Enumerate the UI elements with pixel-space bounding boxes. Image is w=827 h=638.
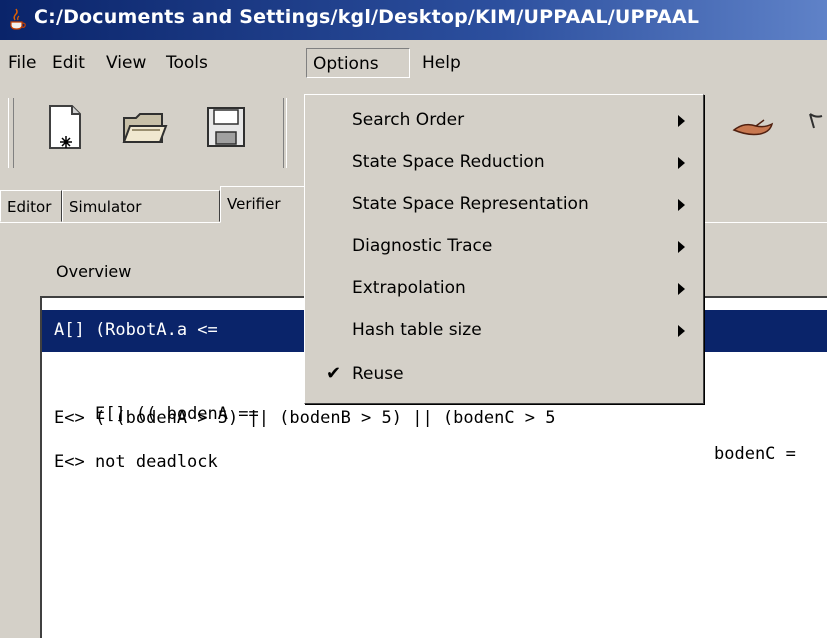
- toolbar-separator: [283, 98, 287, 168]
- menu-item-label: State Space Reduction: [352, 152, 545, 172]
- menu-options[interactable]: Options: [306, 48, 410, 78]
- menu-item-reuse[interactable]: ✔ Reuse: [306, 353, 700, 395]
- submenu-arrow-icon: [678, 157, 685, 169]
- save-disk-icon[interactable]: [200, 100, 252, 158]
- menu-view[interactable]: View: [100, 48, 152, 78]
- java-cup-icon: [10, 8, 26, 30]
- new-file-icon[interactable]: [40, 100, 92, 158]
- submenu-arrow-icon: [678, 115, 685, 127]
- menu-item-label: Diagnostic Trace: [352, 236, 493, 256]
- menu-item-label: Hash table size: [352, 320, 482, 340]
- toolbar-grip[interactable]: [8, 98, 14, 168]
- tab-simulator[interactable]: Simulator: [62, 190, 220, 222]
- submenu-arrow-icon: [678, 325, 685, 337]
- menu-bar: File Edit View Tools Options Help: [0, 40, 827, 86]
- query-row[interactable]: E<> not deadlock: [42, 442, 827, 484]
- menu-item-state-space-reduction[interactable]: State Space Reduction: [306, 141, 700, 183]
- submenu-arrow-icon: [678, 199, 685, 211]
- query-row[interactable]: E<> ( (bodenA > 5) || (bodenB > 5) || (b…: [42, 398, 827, 440]
- menu-item-search-order[interactable]: Search Order: [306, 99, 700, 141]
- options-dropdown: Search Order State Space Reduction State…: [304, 94, 704, 404]
- checkmark-icon: ✔: [326, 363, 342, 384]
- menu-item-diagnostic-trace[interactable]: Diagnostic Trace: [306, 225, 700, 267]
- submenu-arrow-icon: [678, 283, 685, 295]
- menu-item-label: Extrapolation: [352, 278, 466, 298]
- tab-editor[interactable]: Editor: [0, 190, 62, 222]
- title-bar[interactable]: C:/Documents and Settings/kgl/Desktop/KI…: [0, 0, 827, 40]
- toolbar-extra-icon[interactable]: [800, 104, 827, 144]
- menu-edit[interactable]: Edit: [46, 48, 91, 78]
- menu-item-label: Reuse: [352, 364, 404, 384]
- menu-tools[interactable]: Tools: [160, 48, 214, 78]
- menu-item-label: Search Order: [352, 110, 465, 130]
- menu-file[interactable]: File: [2, 48, 42, 78]
- hand-pointer-icon[interactable]: [728, 100, 780, 158]
- submenu-arrow-icon: [678, 241, 685, 253]
- menu-item-extrapolation[interactable]: Extrapolation: [306, 267, 700, 309]
- menu-item-label: State Space Representation: [352, 194, 589, 214]
- overview-label: Overview: [56, 262, 132, 281]
- menu-item-hash-table-size[interactable]: Hash table size: [306, 309, 700, 351]
- open-folder-icon[interactable]: [118, 100, 170, 158]
- menu-help[interactable]: Help: [416, 48, 467, 78]
- window-title: C:/Documents and Settings/kgl/Desktop/KI…: [34, 6, 700, 28]
- menu-item-state-space-representation[interactable]: State Space Representation: [306, 183, 700, 225]
